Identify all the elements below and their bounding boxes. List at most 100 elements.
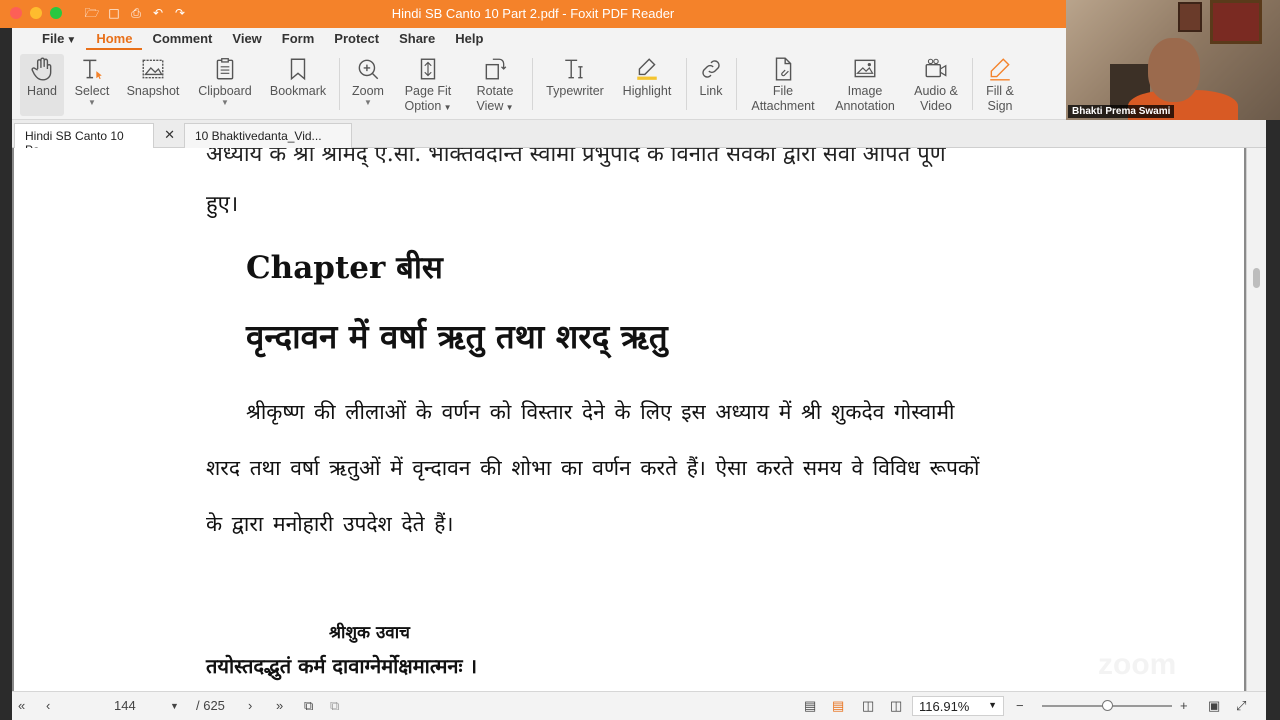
facing-page-icon[interactable]: ◫ — [862, 698, 874, 714]
image-annotation-button[interactable]: Image Annotation — [830, 54, 900, 114]
text-select-icon — [70, 54, 114, 84]
scrollbar-thumb[interactable] — [1253, 268, 1260, 288]
select-label: Select — [74, 84, 110, 98]
chevron-down-icon: ▼ — [221, 98, 229, 107]
zoom-level-field[interactable]: 116.91% ▼ — [912, 696, 1004, 716]
highlight-button[interactable]: Highlight — [618, 54, 676, 99]
zoom-button[interactable]: Zoom ▼ — [348, 54, 388, 107]
fill-sign-label-2: Sign — [987, 99, 1013, 113]
participant-name: Bhakti Prema Swami — [1068, 105, 1175, 118]
previous-page-icon[interactable]: ‹ — [46, 698, 50, 713]
vertical-scrollbar[interactable] — [1246, 148, 1266, 691]
chevron-down-icon: ▼ — [441, 103, 452, 112]
fill-sign-label-1: Fill & — [986, 84, 1014, 98]
bookmark-button[interactable]: Bookmark — [266, 54, 330, 99]
typewriter-label: Typewriter — [546, 84, 604, 98]
ribbon-separator — [686, 58, 687, 110]
link-button[interactable]: Link — [694, 54, 728, 99]
status-bar: « ‹ 144 ▼ / 625 › » ⧉ ⧉ ▤ ▤ ◫ ◫ 116.91% ▼… — [12, 691, 1266, 720]
wall-picture — [1178, 2, 1202, 32]
continuous-page-icon[interactable]: ▤ — [832, 698, 844, 714]
file-attachment-label-2: Attachment — [751, 99, 815, 113]
menu-help[interactable]: Help — [445, 28, 493, 50]
select-tool-button[interactable]: Select ▼ — [70, 54, 114, 107]
clipboard-label: Clipboard — [198, 84, 252, 98]
zoom-watermark: zoom — [1098, 648, 1177, 681]
next-page-icon[interactable]: › — [248, 698, 252, 713]
zoom-out-icon[interactable]: − — [1016, 698, 1024, 713]
menu-file[interactable]: File ▼ — [32, 28, 86, 50]
link-icon — [694, 54, 728, 84]
ribbon-toolbar: Hand Select ▼ Snapshot Clipboard ▼ Bookm… — [12, 50, 1066, 120]
bookmark-label: Bookmark — [269, 84, 327, 98]
hand-icon — [20, 54, 64, 84]
zoom-label: Zoom — [352, 84, 384, 98]
page-total: / 625 — [196, 698, 225, 713]
menu-bar: File ▼ Home Comment View Form Protect Sha… — [12, 28, 1066, 50]
chevron-down-icon: ▼ — [88, 98, 96, 107]
paragraph-line: श्रीकृष्ण की लीलाओं के वर्णन को विस्तार … — [246, 400, 955, 424]
chevron-down-icon: ▼ — [503, 103, 514, 112]
ribbon-separator — [972, 58, 973, 110]
zoom-in-plus-icon[interactable]: + — [1180, 698, 1188, 713]
menu-view[interactable]: View — [222, 28, 271, 50]
hand-tool-button[interactable]: Hand — [20, 54, 64, 116]
snapshot-icon — [122, 54, 184, 84]
audio-video-button[interactable]: Audio & Video — [908, 54, 964, 114]
typewriter-icon — [540, 54, 610, 84]
link-label: Link — [699, 84, 723, 98]
video-camera-icon — [908, 54, 964, 84]
verse-speaker: श्रीशुक उवाच — [329, 623, 410, 643]
last-page-icon[interactable]: » — [276, 698, 283, 713]
fit-page-icon[interactable]: ▣ — [1208, 698, 1220, 714]
tab-hindi-sb-canto[interactable]: Hindi SB Canto 10 Pa... ✕ — [14, 123, 175, 157]
document-text-line: अध्याय के श्री श्रीमद् ए.सी. भक्तिवेदान्… — [206, 148, 946, 167]
previous-view-icon[interactable]: ⧉ — [304, 698, 313, 714]
chevron-down-icon: ▼ — [66, 35, 77, 46]
rotate-label-1: Rotate — [476, 84, 514, 98]
menu-comment[interactable]: Comment — [142, 28, 222, 50]
menu-share[interactable]: Share — [389, 28, 445, 50]
pdf-page[interactable]: अध्याय के श्री श्रीमद् ए.सी. भक्तिवेदान्… — [14, 148, 1244, 691]
clipboard-button[interactable]: Clipboard ▼ — [194, 54, 256, 107]
chevron-down-icon[interactable]: ▼ — [170, 701, 179, 711]
fill-sign-button[interactable]: Fill & Sign — [980, 54, 1020, 114]
menu-protect[interactable]: Protect — [324, 28, 389, 50]
paragraph-line: शरद तथा वर्षा ऋतुओं में वृन्दावन की शोभा… — [206, 456, 980, 480]
document-viewer[interactable]: अध्याय के श्री श्रीमद् ए.सी. भक्तिवेदान्… — [12, 148, 1266, 691]
highlight-icon — [618, 54, 676, 84]
zoom-slider-knob[interactable] — [1102, 700, 1113, 711]
bookmark-icon — [266, 54, 330, 84]
zoom-in-icon — [348, 54, 388, 84]
document-tab-bar: Hindi SB Canto 10 Pa... ✕ 10 Bhaktivedan… — [12, 120, 1266, 157]
file-attachment-label-1: File — [772, 84, 794, 98]
menu-home[interactable]: Home — [86, 28, 143, 50]
typewriter-button[interactable]: Typewriter — [540, 54, 610, 99]
snapshot-button[interactable]: Snapshot — [122, 54, 184, 99]
page-fit-icon — [400, 54, 456, 84]
continuous-facing-icon[interactable]: ◫ — [890, 698, 902, 714]
highlight-label: Highlight — [622, 84, 672, 98]
page-number-input[interactable]: 144 — [114, 698, 136, 713]
first-page-icon[interactable]: « — [18, 698, 25, 713]
chapter-heading: वृन्दावन में वर्षा ऋतु तथा शरद् ऋतु — [246, 317, 668, 356]
rotate-view-button[interactable]: Rotate View ▼ — [470, 54, 520, 115]
single-page-icon[interactable]: ▤ — [804, 698, 816, 714]
zoom-level-value: 116.91% — [919, 699, 970, 714]
ribbon-separator — [532, 58, 533, 110]
chapter-title: Chapter बीस — [246, 250, 443, 286]
wall-picture — [1210, 0, 1262, 44]
fullscreen-icon[interactable]: ⤢ — [1236, 698, 1246, 714]
next-view-icon[interactable]: ⧉ — [330, 698, 339, 714]
tab-bhaktivedanta[interactable]: 10 Bhaktivedanta_Vid... — [184, 123, 352, 148]
pen-sign-icon — [980, 54, 1020, 84]
close-icon[interactable]: ✕ — [164, 127, 175, 143]
menu-form[interactable]: Form — [272, 28, 325, 50]
webcam-video: Bhakti Prema Swami — [1066, 0, 1280, 120]
page-fit-label-2: Option — [404, 99, 442, 113]
file-attachment-button[interactable]: File Attachment — [748, 54, 818, 114]
participant-head — [1148, 38, 1200, 102]
page-fit-option-button[interactable]: Page Fit Option ▼ — [400, 54, 456, 115]
left-edge — [0, 28, 12, 720]
window-title: Hindi SB Canto 10 Part 2.pdf - Foxit PDF… — [391, 6, 675, 21]
